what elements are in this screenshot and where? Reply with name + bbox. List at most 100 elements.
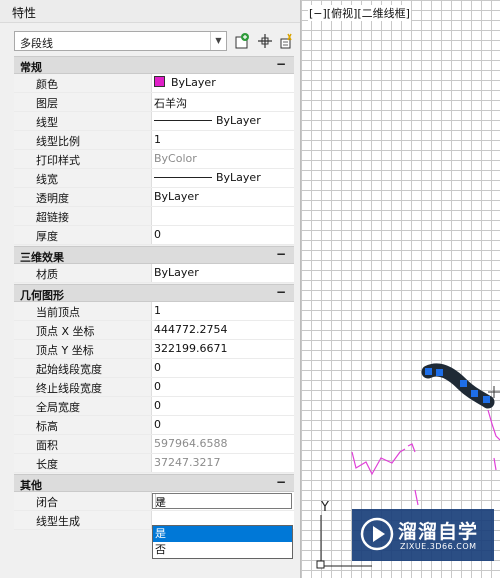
- watermark-title: 溜溜自学: [398, 521, 479, 543]
- property-value: 597964.6588: [154, 437, 228, 450]
- property-value: ByLayer: [216, 114, 261, 127]
- property-label: 线宽: [36, 173, 58, 186]
- property-value: ByLayer: [154, 266, 199, 279]
- property-label: 透明度: [36, 192, 69, 205]
- play-logo-icon: [360, 517, 394, 551]
- property-value: ByLayer: [216, 171, 261, 184]
- lineweight-sample-icon: [154, 177, 212, 178]
- property-row-elevation[interactable]: 标高 0: [14, 416, 294, 435]
- collapse-icon[interactable]: −: [276, 247, 286, 261]
- properties-palette: 特性 多段线 ▼ 常规 − 颜色 ByLayer 图层 石羊沟 线型 ByLay…: [0, 0, 300, 578]
- grip-icon: [436, 369, 443, 376]
- property-row-layer[interactable]: 图层 石羊沟: [14, 93, 294, 112]
- property-row-area[interactable]: 面积 597964.6588: [14, 435, 294, 454]
- drawing-geometry: [316, 363, 500, 569]
- section-misc[interactable]: 其他 −: [14, 474, 294, 492]
- grip-icon: [471, 390, 478, 397]
- ucs-y-axis-label: Y: [321, 500, 329, 515]
- property-label: 起始线段宽度: [36, 363, 102, 376]
- collapse-icon[interactable]: −: [276, 57, 286, 71]
- property-value: 444772.2754: [154, 323, 228, 336]
- section-3d-effects[interactable]: 三维效果 −: [14, 246, 294, 264]
- property-value: 0: [154, 361, 161, 374]
- property-label: 线型: [36, 116, 58, 129]
- section-general[interactable]: 常规 −: [14, 56, 294, 74]
- object-type-value: 多段线: [20, 37, 53, 50]
- linetype-sample-icon: [154, 120, 212, 121]
- section-title: 三维效果: [20, 251, 64, 264]
- property-row-current-vertex[interactable]: 当前顶点 1: [14, 302, 294, 321]
- property-label: 线型比例: [36, 135, 80, 148]
- palette-titlebar: 特性: [0, 0, 300, 23]
- chevron-down-icon[interactable]: ▼: [210, 32, 226, 50]
- property-value: 37247.3217: [154, 456, 221, 469]
- select-objects-button[interactable]: [233, 31, 253, 51]
- property-value: ByLayer: [154, 190, 199, 203]
- property-label: 颜色: [36, 78, 58, 91]
- section-title: 其他: [20, 479, 42, 492]
- property-row-lineweight[interactable]: 线宽 ByLayer: [14, 169, 294, 188]
- quick-select-button[interactable]: [277, 31, 297, 51]
- dropdown-option-no[interactable]: 否: [153, 542, 292, 558]
- property-value: 石羊沟: [154, 97, 187, 110]
- grip-icon: [425, 368, 432, 375]
- property-value: ByLayer: [171, 76, 216, 89]
- property-row-linetype[interactable]: 线型 ByLayer: [14, 112, 294, 131]
- quick-select-icon: [280, 33, 292, 49]
- object-type-select[interactable]: 多段线 ▼: [14, 31, 227, 51]
- collapse-icon[interactable]: −: [276, 285, 286, 299]
- property-row-plot-style[interactable]: 打印样式 ByColor: [14, 150, 294, 169]
- collapse-icon[interactable]: −: [276, 475, 286, 489]
- property-label: 终止线段宽度: [36, 382, 102, 395]
- property-label: 顶点 Y 坐标: [36, 344, 94, 357]
- closed-dropdown-list: 是 否: [152, 525, 293, 559]
- property-value: 0: [154, 380, 161, 393]
- property-value: 1: [154, 133, 161, 146]
- property-row-thickness[interactable]: 厚度 0: [14, 226, 294, 245]
- property-row-start-width[interactable]: 起始线段宽度 0: [14, 359, 294, 378]
- property-label: 标高: [36, 420, 58, 433]
- property-row-color[interactable]: 颜色 ByLayer: [14, 74, 294, 93]
- property-value: 0: [154, 399, 161, 412]
- property-row-vertex-x[interactable]: 顶点 X 坐标 444772.2754: [14, 321, 294, 340]
- dropdown-option-yes[interactable]: 是: [153, 526, 292, 542]
- property-row-hyperlink[interactable]: 超链接: [14, 207, 294, 226]
- property-row-transparency[interactable]: 透明度 ByLayer: [14, 188, 294, 207]
- property-label: 闭合: [36, 496, 58, 509]
- property-label: 图层: [36, 97, 58, 110]
- property-row-vertex-y[interactable]: 顶点 Y 坐标 322199.6671: [14, 340, 294, 359]
- property-row-closed[interactable]: 闭合 是 ▼: [14, 492, 294, 511]
- property-label: 全局宽度: [36, 401, 80, 414]
- property-label: 当前顶点: [36, 306, 80, 319]
- chevron-down-icon[interactable]: ▼: [155, 494, 169, 508]
- property-value: ByColor: [154, 152, 197, 165]
- property-label: 顶点 X 坐标: [36, 325, 95, 338]
- property-row-global-width[interactable]: 全局宽度 0: [14, 397, 294, 416]
- property-row-linetype-scale[interactable]: 线型比例 1: [14, 131, 294, 150]
- property-label: 打印样式: [36, 154, 80, 167]
- property-value: 322199.6671: [154, 342, 228, 355]
- grip-icon: [460, 380, 467, 387]
- property-value: 1: [154, 304, 161, 317]
- section-title: 几何图形: [20, 289, 64, 302]
- section-title: 常规: [20, 61, 42, 74]
- property-row-length[interactable]: 长度 37247.3217: [14, 454, 294, 473]
- property-value: 0: [154, 418, 161, 431]
- property-label: 厚度: [36, 230, 58, 243]
- property-label: 面积: [36, 439, 58, 452]
- select-objects-icon: [235, 33, 249, 49]
- property-row-end-width[interactable]: 终止线段宽度 0: [14, 378, 294, 397]
- palette-title: 特性: [12, 6, 37, 20]
- grip-icon: [483, 396, 490, 403]
- property-label: 超链接: [36, 211, 69, 224]
- watermark-site: ZIXUE.3D66.COM: [400, 542, 477, 551]
- pick-add-icon: [258, 34, 272, 48]
- section-geometry[interactable]: 几何图形 −: [14, 284, 294, 302]
- property-row-material[interactable]: 材质 ByLayer: [14, 264, 294, 283]
- pick-add-button[interactable]: [255, 31, 275, 51]
- property-label: 长度: [36, 458, 58, 471]
- property-label: 材质: [36, 268, 58, 281]
- property-value: 0: [154, 228, 161, 241]
- color-swatch-icon: [154, 76, 165, 87]
- closed-select[interactable]: 是 ▼: [152, 493, 292, 509]
